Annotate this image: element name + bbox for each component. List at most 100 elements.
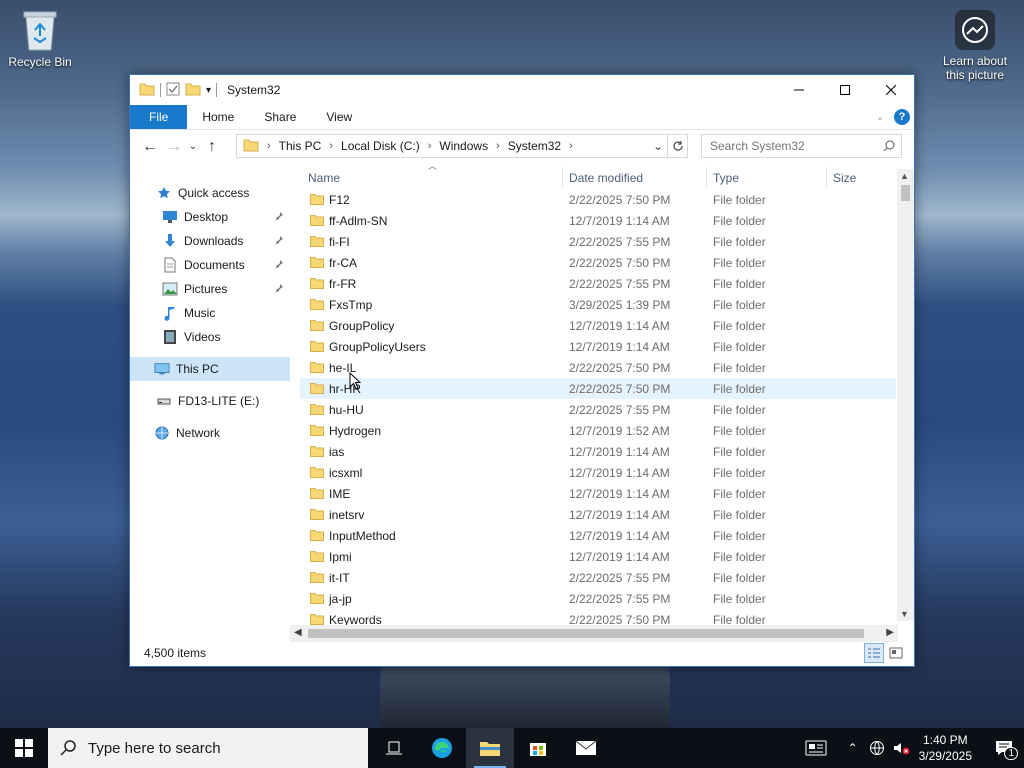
table-row[interactable]: ja-jp 2/22/2025 7:55 PM File folder <box>300 588 896 609</box>
help-icon[interactable]: ? <box>894 109 910 125</box>
mail-taskbar-button[interactable] <box>562 728 610 768</box>
table-row[interactable]: GroupPolicy 12/7/2019 1:14 AM File folder <box>300 315 896 336</box>
new-folder-icon[interactable] <box>185 82 201 99</box>
breadcrumb-windows[interactable]: Windows <box>439 139 488 153</box>
column-date[interactable]: Date modified <box>569 171 643 185</box>
pin-icon[interactable] <box>274 235 284 248</box>
vertical-scrollbar[interactable]: ▲ ▼ <box>897 169 914 621</box>
minimize-button[interactable] <box>776 75 822 105</box>
table-row[interactable]: inetsrv 12/7/2019 1:14 AM File folder <box>300 504 896 525</box>
scroll-down-icon[interactable]: ▼ <box>900 609 909 619</box>
table-row[interactable]: fi-FI 2/22/2025 7:55 PM File folder <box>300 231 896 252</box>
table-row[interactable]: hr-HR 2/22/2025 7:50 PM File folder <box>300 378 896 399</box>
table-row[interactable]: InputMethod 12/7/2019 1:14 AM File folder <box>300 525 896 546</box>
edge-taskbar-button[interactable] <box>418 728 466 768</box>
pin-icon[interactable] <box>274 283 284 296</box>
pin-icon[interactable] <box>274 211 284 224</box>
scroll-thumb[interactable] <box>901 185 910 201</box>
learn-about-picture[interactable]: Learn about this picture <box>935 10 1015 82</box>
table-row[interactable]: GroupPolicyUsers 12/7/2019 1:14 AM File fo… <box>300 336 896 357</box>
nav-downloads[interactable]: Downloads <box>130 229 290 253</box>
folder-icon <box>310 529 324 541</box>
store-taskbar-button[interactable] <box>514 728 562 768</box>
back-button[interactable]: ← <box>138 135 162 159</box>
table-row[interactable]: Hydrogen 12/7/2019 1:52 AM File folder <box>300 420 896 441</box>
title-bar[interactable]: ▾ System32 <box>130 75 914 105</box>
start-button[interactable] <box>0 728 48 768</box>
refresh-icon[interactable] <box>667 135 687 157</box>
column-divider[interactable] <box>706 167 707 187</box>
address-history-chevron-icon[interactable]: ⌄ <box>649 139 667 153</box>
scroll-up-icon[interactable]: ▲ <box>900 171 909 181</box>
scroll-left-icon[interactable]: ◀ <box>294 627 302 638</box>
chevron-right-icon[interactable]: › <box>496 140 500 152</box>
task-view-button[interactable] <box>370 728 418 768</box>
forward-button[interactable]: → <box>162 135 186 159</box>
table-row[interactable]: ias 12/7/2019 1:14 AM File folder <box>300 441 896 462</box>
tab-home[interactable]: Home <box>187 105 249 129</box>
expand-ribbon-chevron-icon[interactable]: ⌄ <box>876 112 884 123</box>
maximize-button[interactable] <box>822 75 868 105</box>
notification-center-icon[interactable]: 1 <box>984 728 1024 768</box>
taskbar-search-box[interactable]: Type here to search <box>48 728 368 768</box>
breadcrumb-system32[interactable]: System32 <box>508 139 561 153</box>
file-explorer-taskbar-button[interactable] <box>466 728 514 768</box>
close-button[interactable] <box>868 75 914 105</box>
nav-this-pc[interactable]: This PC <box>130 357 290 381</box>
tab-share[interactable]: Share <box>249 105 311 129</box>
chevron-right-icon[interactable]: › <box>428 140 432 152</box>
table-row[interactable]: IME 12/7/2019 1:14 AM File folder <box>300 483 896 504</box>
nav-videos[interactable]: Videos <box>130 325 290 349</box>
news-widget-icon[interactable] <box>797 728 835 768</box>
recent-locations-chevron-icon[interactable]: ⌄ <box>186 135 200 159</box>
chevron-right-icon[interactable]: › <box>267 140 271 152</box>
recycle-bin-desktop-icon[interactable]: Recycle Bin <box>0 8 80 69</box>
table-row[interactable]: hu-HU 2/22/2025 7:55 PM File folder <box>300 399 896 420</box>
nav-quick-access[interactable]: Quick access <box>130 181 290 205</box>
search-icon[interactable] <box>877 140 901 152</box>
table-row[interactable]: icsxml 12/7/2019 1:14 AM File folder <box>300 462 896 483</box>
large-icons-view-icon[interactable] <box>886 643 906 663</box>
customize-toolbar-chevron-icon[interactable]: ▾ <box>206 85 211 96</box>
nav-documents[interactable]: Documents <box>130 253 290 277</box>
table-row[interactable]: fr-CA 2/22/2025 7:50 PM File folder <box>300 252 896 273</box>
chevron-up-icon[interactable]: ⌃ <box>841 728 865 768</box>
search-box[interactable] <box>701 134 902 158</box>
column-type[interactable]: Type <box>713 171 739 185</box>
table-row[interactable]: ff-Adlm-SN 12/7/2019 1:14 AM File folder <box>300 210 896 231</box>
chevron-right-icon[interactable]: › <box>329 140 333 152</box>
globe-network-icon[interactable] <box>865 728 889 768</box>
column-name[interactable]: Name <box>308 171 340 185</box>
column-divider[interactable] <box>562 167 563 187</box>
tab-file[interactable]: File <box>130 105 188 129</box>
nav-drive-e[interactable]: FD13-LITE (E:) <box>130 389 290 413</box>
breadcrumb-local-disk[interactable]: Local Disk (C:) <box>341 139 420 153</box>
nav-pictures[interactable]: Pictures <box>130 277 290 301</box>
table-row[interactable]: fr-FR 2/22/2025 7:55 PM File folder <box>300 273 896 294</box>
details-view-icon[interactable] <box>864 643 884 663</box>
nav-music[interactable]: Music <box>130 301 290 325</box>
chevron-right-icon[interactable]: › <box>569 140 573 152</box>
column-size[interactable]: Size <box>833 171 856 185</box>
properties-icon[interactable] <box>166 82 180 99</box>
clock[interactable]: 1:40 PM 3/29/2025 <box>919 732 972 764</box>
scroll-thumb[interactable] <box>308 629 864 638</box>
nav-desktop[interactable]: Desktop <box>130 205 290 229</box>
table-row[interactable]: he-IL 2/22/2025 7:50 PM File folder <box>300 357 896 378</box>
column-divider[interactable] <box>826 167 827 187</box>
tab-view[interactable]: View <box>311 105 367 129</box>
volume-muted-icon[interactable] <box>889 728 913 768</box>
table-row[interactable]: FxsTmp 3/29/2025 1:39 PM File folder <box>300 294 896 315</box>
up-button[interactable]: ↑ <box>200 135 224 159</box>
address-bar[interactable]: › This PC › Local Disk (C:) › Windows › … <box>236 134 688 158</box>
scroll-right-icon[interactable]: ▶ <box>886 627 894 638</box>
search-input[interactable] <box>702 135 877 157</box>
breadcrumb-this-pc[interactable]: This PC <box>279 139 322 153</box>
pin-icon[interactable] <box>274 259 284 272</box>
table-row[interactable]: it-IT 2/22/2025 7:55 PM File folder <box>300 567 896 588</box>
folder-icon <box>310 340 324 352</box>
nav-label: This PC <box>176 362 219 376</box>
table-row[interactable]: F12 2/22/2025 7:50 PM File folder <box>300 189 896 210</box>
nav-network[interactable]: Network <box>130 421 290 445</box>
table-row[interactable]: Ipmi 12/7/2019 1:14 AM File folder <box>300 546 896 567</box>
